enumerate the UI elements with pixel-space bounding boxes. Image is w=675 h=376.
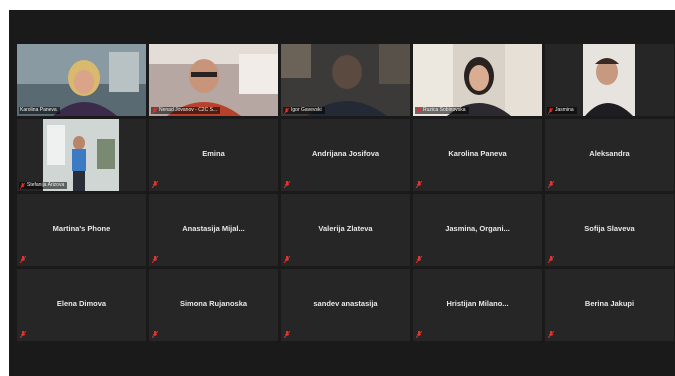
participant-tile-hristijan-milano[interactable]: Hristijan Milano... bbox=[413, 269, 542, 341]
participant-tile-valerija-zlateva[interactable]: Valerija Zlateva bbox=[281, 194, 410, 266]
participant-tile-elena-dimova[interactable]: Elena Dimova bbox=[17, 269, 146, 341]
participant-name: Aleksandra bbox=[589, 149, 630, 158]
participant-name: sandev anastasija bbox=[313, 299, 378, 308]
participant-name: Valerija Zlateva bbox=[318, 224, 373, 233]
participant-tile-karolina-paneva[interactable]: Karolina Paneva bbox=[413, 119, 542, 191]
participant-name: Anastasija Mijal... bbox=[182, 224, 245, 233]
muted-mic-icon bbox=[152, 256, 158, 263]
participant-name-label: Ruzica Sobinovska bbox=[415, 107, 469, 114]
participant-video bbox=[413, 44, 542, 116]
participant-tile-martinas-phone[interactable]: Martina's Phone bbox=[17, 194, 146, 266]
participant-video bbox=[545, 44, 674, 116]
participant-video bbox=[281, 44, 410, 116]
participant-tile-sofija-slaveva[interactable]: Sofija Slaveva bbox=[545, 194, 674, 266]
participant-tile-stefanija-arizova[interactable]: Stefanija Arizova bbox=[17, 119, 146, 191]
muted-mic-icon bbox=[20, 331, 26, 338]
gallery-grid: Karolina Paneva Nenad Jovanov - C2C S... bbox=[17, 44, 674, 341]
participant-tile-ruzica-sobinovska[interactable]: Ruzica Sobinovska bbox=[413, 44, 542, 116]
muted-mic-icon bbox=[152, 331, 158, 338]
muted-mic-icon bbox=[20, 182, 25, 189]
participant-name: Karolina Paneva bbox=[448, 149, 507, 158]
participant-tile-jasmina[interactable]: Jasmina bbox=[545, 44, 674, 116]
muted-mic-icon bbox=[152, 181, 158, 188]
muted-mic-icon bbox=[152, 107, 157, 114]
muted-mic-icon bbox=[284, 331, 290, 338]
participant-name: Sofija Slaveva bbox=[584, 224, 635, 233]
participant-name: Berina Jakupi bbox=[584, 299, 635, 308]
participant-tile-karolina-paneva-video[interactable]: Karolina Paneva bbox=[17, 44, 146, 116]
participant-name-label: Karolina Paneva bbox=[19, 107, 60, 114]
muted-mic-icon bbox=[416, 331, 422, 338]
participant-name-label: Nenad Jovanov - C2C S... bbox=[151, 107, 221, 114]
participant-name-label: Jasmina bbox=[547, 107, 577, 114]
participant-name: Andrijana Josifova bbox=[311, 149, 380, 158]
participant-tile-nenad-jovanov[interactable]: Nenad Jovanov - C2C S... bbox=[149, 44, 278, 116]
participant-tile-andrijana-josifova[interactable]: Andrijana Josifova bbox=[281, 119, 410, 191]
participant-tile-simona-rujanoska[interactable]: Simona Rujanoska bbox=[149, 269, 278, 341]
participant-name: Hristijan Milano... bbox=[446, 299, 509, 308]
muted-mic-icon bbox=[548, 331, 554, 338]
muted-mic-icon bbox=[548, 107, 553, 114]
muted-mic-icon bbox=[284, 107, 289, 114]
participant-name: Simona Rujanoska bbox=[179, 299, 248, 308]
muted-mic-icon bbox=[416, 181, 422, 188]
participant-tile-igor-gavevski[interactable]: Igor Gavevski bbox=[281, 44, 410, 116]
muted-mic-icon bbox=[284, 181, 290, 188]
participant-tile-aleksandra[interactable]: Aleksandra bbox=[545, 119, 674, 191]
participant-tile-emina[interactable]: Emina bbox=[149, 119, 278, 191]
participant-name: Emina bbox=[202, 149, 225, 158]
muted-mic-icon bbox=[284, 256, 290, 263]
participant-name: Elena Dimova bbox=[56, 299, 107, 308]
participant-tile-berina-jakupi[interactable]: Berina Jakupi bbox=[545, 269, 674, 341]
participant-video bbox=[17, 44, 146, 116]
participant-name-label: Stefanija Arizova bbox=[19, 182, 68, 189]
participant-tile-sandev-anastasija[interactable]: sandev anastasija bbox=[281, 269, 410, 341]
participant-name: Jasmina, Organi... bbox=[445, 224, 510, 233]
participant-tile-jasmina-organi[interactable]: Jasmina, Organi... bbox=[413, 194, 542, 266]
participant-name-label: Igor Gavevski bbox=[283, 107, 325, 114]
muted-mic-icon bbox=[548, 256, 554, 263]
participant-tile-anastasija-mijal[interactable]: Anastasija Mijal... bbox=[149, 194, 278, 266]
muted-mic-icon bbox=[20, 256, 26, 263]
muted-mic-icon bbox=[548, 181, 554, 188]
muted-mic-icon bbox=[416, 107, 421, 114]
meeting-window: Karolina Paneva Nenad Jovanov - C2C S... bbox=[9, 10, 675, 376]
muted-mic-icon bbox=[416, 256, 422, 263]
participant-video bbox=[17, 119, 146, 191]
participant-name: Martina's Phone bbox=[52, 224, 111, 233]
participant-video bbox=[149, 44, 278, 116]
